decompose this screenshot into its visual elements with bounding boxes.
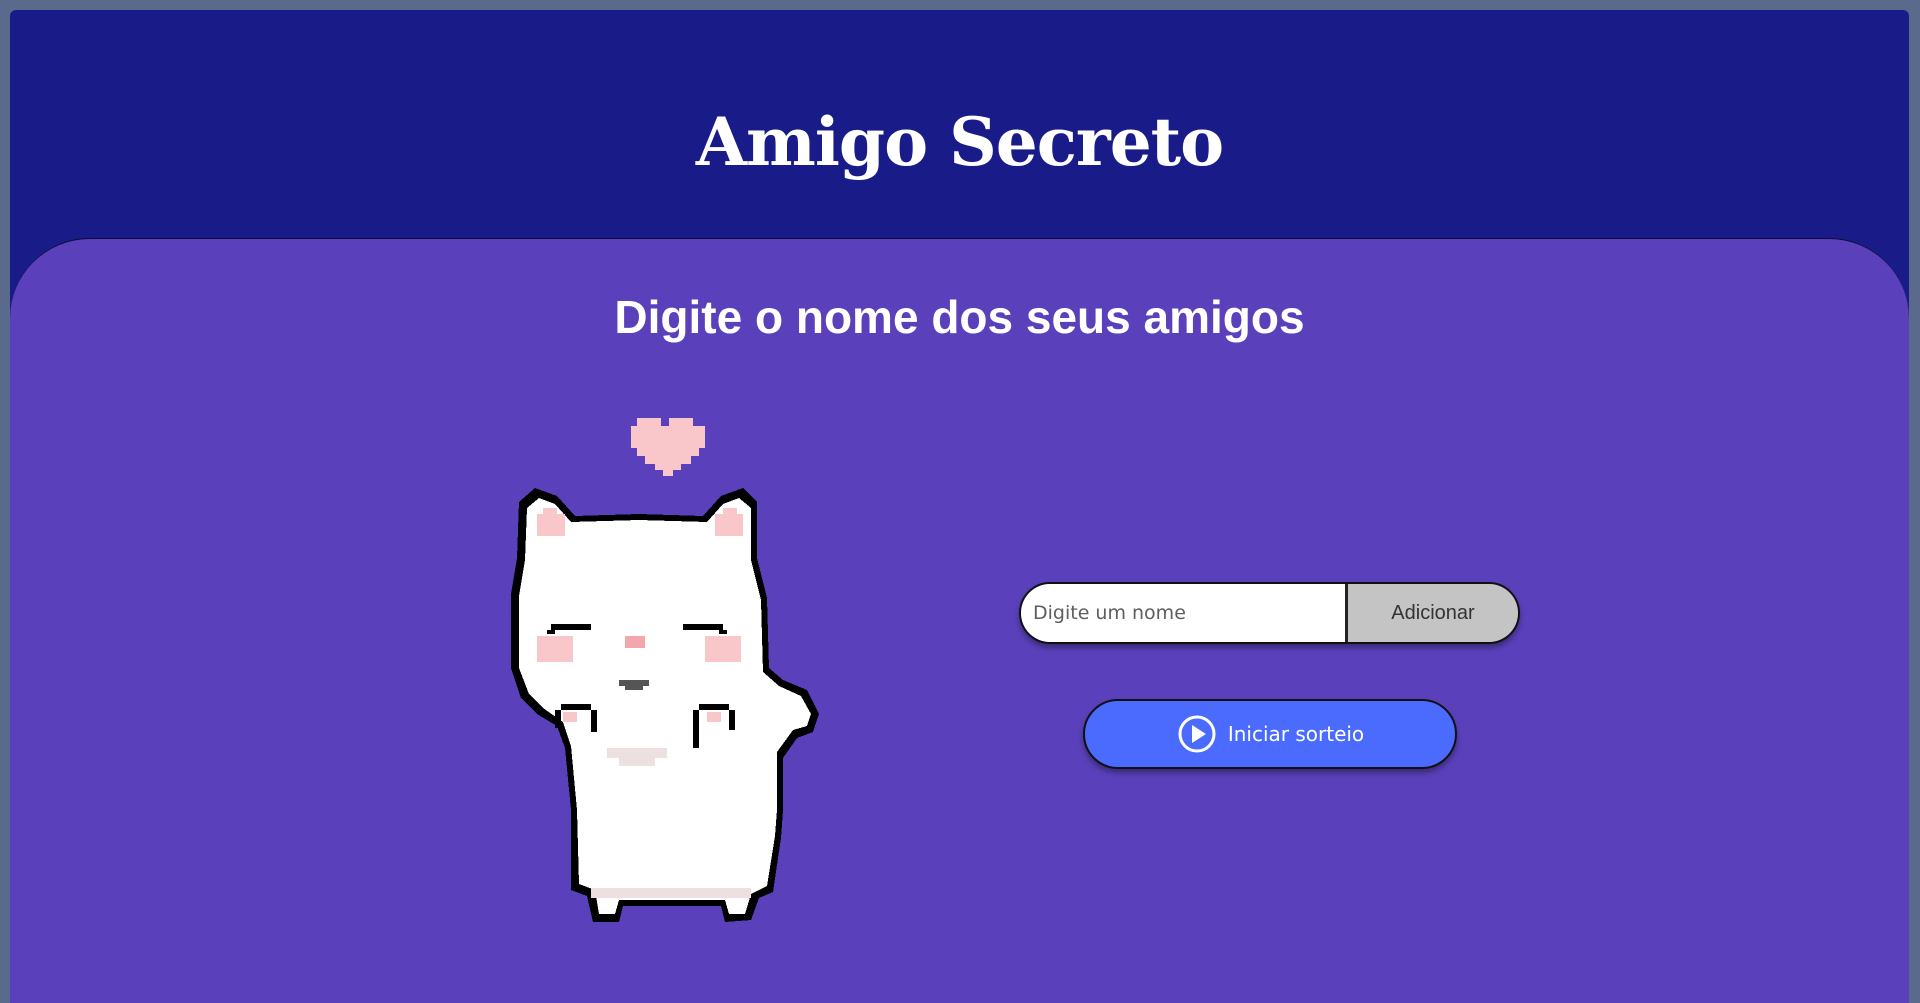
main-card: Digite o nome dos seus amigos Digite um … — [10, 238, 1909, 1003]
add-button[interactable]: Adicionar — [1348, 584, 1518, 642]
heart-icon — [631, 418, 705, 476]
add-friend-form: Adicionar — [1019, 582, 1520, 644]
section-subtitle: Digite o nome dos seus amigos — [614, 291, 1305, 343]
app-frame: Amigo Secreto Digite o nome dos seus ami… — [10, 10, 1909, 1003]
start-draw-button[interactable]: Iniciar sorteio — [1083, 699, 1457, 769]
start-draw-label: Iniciar sorteio — [1227, 722, 1365, 746]
play-circle-icon — [1178, 715, 1216, 753]
page-title: Amigo Secreto — [695, 103, 1224, 181]
name-input[interactable] — [1021, 584, 1348, 642]
pixel-cat-illustration — [511, 418, 819, 922]
